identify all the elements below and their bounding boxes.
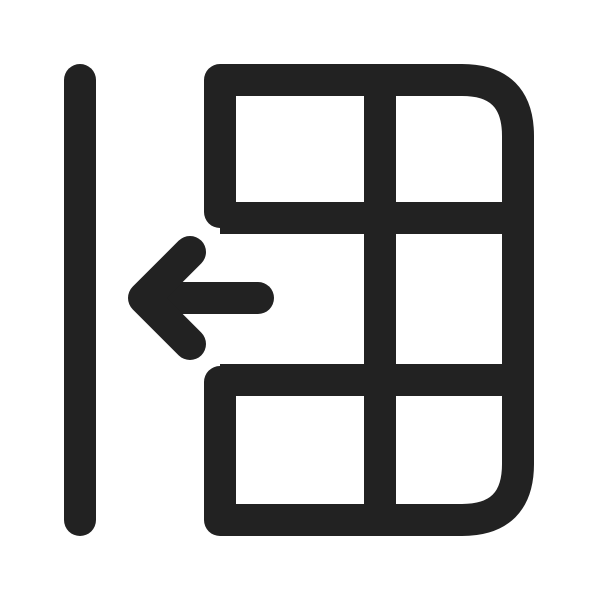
icon-canvas [0, 0, 600, 600]
table-collapse-left-icon [64, 64, 534, 536]
arrow-left-icon [128, 236, 274, 360]
